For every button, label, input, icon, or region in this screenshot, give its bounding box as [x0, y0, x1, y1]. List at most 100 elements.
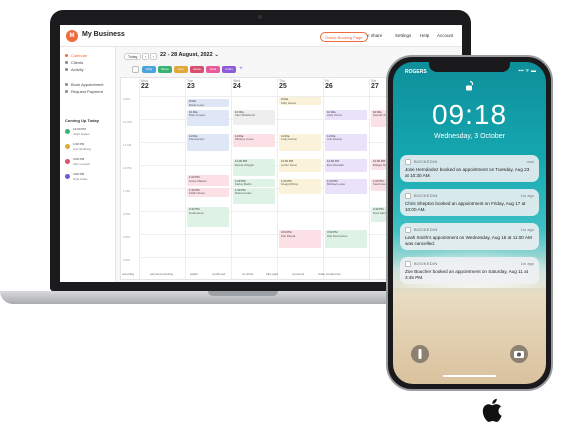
next-week-button[interactable]: ›	[150, 53, 157, 60]
appointment-client: Cody Garcia	[281, 137, 297, 142]
appointment-client: Sam Whitehurst	[235, 113, 255, 118]
day-header[interactable]: Wed 24	[231, 78, 277, 94]
account-link[interactable]: Account	[437, 33, 453, 38]
camera-button[interactable]	[510, 345, 528, 363]
legend-item: comment	[292, 272, 305, 276]
phone-lock-screen: ROGERS ▪▪▪ ᯤ ▬ 09:18 Wednesday, 3 Octobe…	[393, 62, 546, 384]
day-header[interactable]: Mon 22	[139, 78, 185, 94]
appointment-client: Grace Watson	[189, 178, 207, 183]
appointment-client: Brian Cooper	[189, 113, 206, 118]
appointment-block[interactable]: 1:00 PM Michael Lucas	[325, 178, 367, 194]
legend-item: no show	[242, 272, 254, 276]
staff-chip[interactable]: Gina	[206, 66, 220, 73]
app-header: M My Business Online Booking Page < shar…	[60, 25, 462, 47]
appointment-block[interactable]: 1:00 PM Grace Watson	[187, 175, 229, 186]
settings-link[interactable]: Settings	[395, 33, 411, 38]
appointment-block[interactable]: 10:00a Holly Vincet	[325, 109, 367, 121]
appointment-block[interactable]: 9:00a Maria Lopez	[187, 99, 229, 108]
laptop-notch	[208, 291, 278, 296]
appointment-block[interactable]: 9:00a Kelly James	[279, 97, 321, 105]
sidebar-item-activity[interactable]: Activity	[65, 67, 84, 72]
appointment-block[interactable]: 10:00a Sam Whitehurst	[233, 109, 275, 125]
appointment-block[interactable]: 1:30 PM Kaitlin Street	[187, 187, 229, 198]
appointment-client: Carlos Martin	[235, 182, 252, 187]
sidebar-item-request-payment[interactable]: Request Payment	[65, 89, 103, 94]
staff-chip[interactable]: Andre	[222, 66, 236, 73]
coming-up-item[interactable]: 4:00 PM Nina Caley	[65, 172, 112, 187]
today-button[interactable]: Today	[124, 53, 142, 60]
appointment-block[interactable]: 1:00 PM Carlos Martin	[233, 178, 275, 187]
appointment-block[interactable]: 11:00a Paul Hendry	[187, 133, 229, 152]
appointment-client: Kelly James	[281, 100, 297, 105]
bookedin-app-icon	[405, 227, 411, 233]
appointment-block[interactable]: 1:00 PM Gregg McKay	[279, 178, 321, 194]
appointment-client: Paul Hendry	[189, 137, 205, 142]
appointment-block[interactable]: 11:00a Cody Garcia	[279, 133, 321, 152]
home-indicator[interactable]	[443, 375, 496, 377]
time-label: 11 AM	[123, 143, 132, 147]
camera-icon	[514, 351, 524, 358]
sidebar: Calendar Clients Activity Book Appointme…	[60, 47, 116, 282]
day-divider	[185, 78, 186, 279]
legend-item: recurring	[122, 272, 134, 276]
day-header[interactable]: Tue 23	[185, 78, 231, 94]
day-divider	[231, 78, 232, 279]
notification-card[interactable]: BOOKEDIN 1m ago Leah Smith's appointment …	[400, 223, 539, 250]
sidebar-item-clients[interactable]: Clients	[65, 60, 83, 65]
sidebar-item-calendar[interactable]: Calendar	[65, 53, 87, 58]
sidebar-item-book-appointment[interactable]: Book Appointment	[65, 82, 103, 87]
legend-item: confirmed	[212, 272, 226, 276]
flashlight-button[interactable]	[411, 345, 429, 363]
share-button[interactable]: < share	[367, 33, 382, 38]
appointment-client: Whitney Jones	[235, 137, 254, 142]
lock-date: Wednesday, 3 October	[434, 133, 505, 140]
lock-clock: 09:18	[431, 99, 508, 130]
bookedin-app-icon	[405, 159, 411, 165]
bookedin-app-icon	[405, 193, 411, 199]
coming-up-item[interactable]: 1:00 PM Ann Shelberg	[65, 142, 112, 157]
appointment-block[interactable]: 11:00a Ana Weston	[325, 133, 367, 152]
clients-icon	[65, 61, 68, 65]
prev-week-button[interactable]: ‹	[142, 53, 149, 60]
business-logo[interactable]: M	[66, 30, 78, 42]
bookedin-app-icon	[405, 261, 411, 267]
appointment-client: Dennis Morgan	[235, 162, 254, 167]
appointment-client: Kari Pascal	[281, 233, 296, 238]
date-range-selector[interactable]: 22 - 28 August, 2022 ⌄	[160, 52, 219, 58]
appointment-block[interactable]: 10:00a Brian Cooper	[187, 109, 229, 126]
appointment-block[interactable]: 12:00 PM Eva Chandler	[325, 159, 367, 172]
legend-item: fully paid	[266, 272, 278, 276]
online-booking-button[interactable]: Online Booking Page	[320, 32, 368, 42]
time-label: 1 PM	[123, 189, 131, 193]
staff-chip[interactable]: Jamie	[190, 66, 204, 73]
appointment-client: Gregg McKay	[281, 182, 299, 187]
coming-up-title: Coming Up Today	[65, 118, 99, 123]
avatar	[65, 174, 70, 179]
coming-up-item[interactable]: 3:00 PM Alex Loewen	[65, 157, 112, 172]
help-link[interactable]: Help	[420, 33, 429, 38]
notification-card[interactable]: BOOKEDIN 1m ago Chris Shepton booked an a…	[400, 189, 539, 216]
add-staff-button[interactable]: +	[238, 66, 244, 73]
appointment-client: Michael Lucas	[327, 182, 345, 187]
staff-chip[interactable]: Kelly	[142, 66, 156, 73]
notification-body: Chris Shepton booked an appointment on F…	[405, 201, 526, 212]
day-divider	[277, 78, 278, 279]
legend-item: video conference	[318, 272, 341, 276]
appointment-block[interactable]: 2:30 PM Linda Hood	[187, 207, 229, 228]
staff-chip[interactable]: Steve	[158, 66, 172, 73]
coming-up-item[interactable]: 12:00 PM Juliet Hodes	[65, 127, 112, 142]
notification-card[interactable]: BOOKEDIN 1m ago Zoe Boucher booked an app…	[400, 257, 539, 284]
appointment-block[interactable]: 11:00a Whitney Jones	[233, 133, 275, 147]
staff-chip[interactable]: Eve	[174, 66, 188, 73]
appointment-block[interactable]: 12:00 PM Luther Stone	[279, 159, 321, 172]
avatar	[65, 144, 70, 149]
appointment-block[interactable]: 3:00 PM Rob Summerton	[325, 230, 367, 248]
day-header[interactable]: Thu 25	[277, 78, 323, 94]
notification-card[interactable]: BOOKEDIN now Jose Hernández booked an app…	[400, 155, 539, 182]
apple-logo-icon	[482, 398, 502, 422]
appointment-block[interactable]: 3:00 PM Kari Pascal	[279, 230, 321, 248]
day-header[interactable]: Fri 26	[323, 78, 369, 94]
select-all-checkbox[interactable]	[132, 66, 139, 73]
appointment-block[interactable]: 12:00 PM Dennis Morgan	[233, 159, 275, 177]
appointment-block[interactable]: 1:30 PM Debra Hooke	[233, 187, 275, 205]
